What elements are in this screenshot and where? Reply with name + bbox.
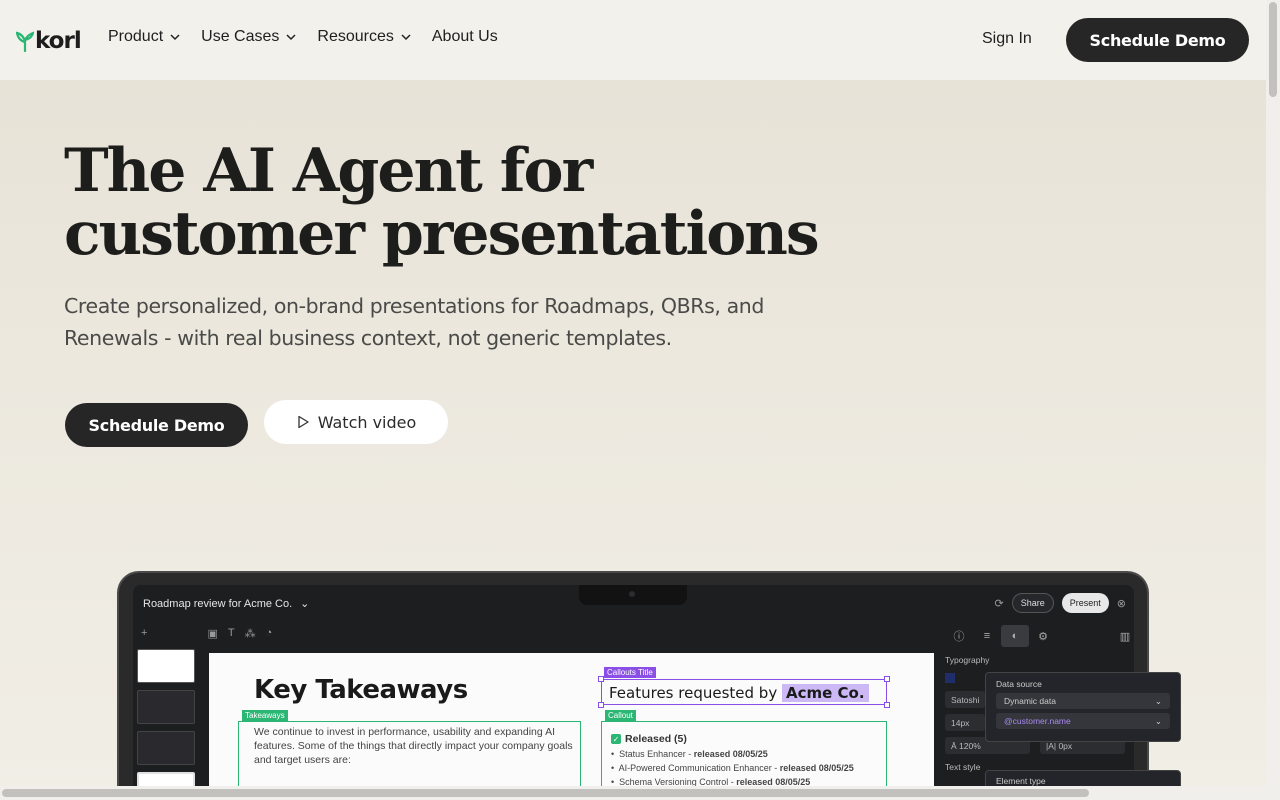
features-title: Features requested by Acme Co. xyxy=(609,684,869,702)
chevron-down-icon: ⌄ xyxy=(1154,695,1162,706)
item-note: released 08/05/25 xyxy=(779,763,854,773)
play-icon xyxy=(298,415,309,429)
sidebar-toggle-icon: ▥ xyxy=(1119,630,1131,643)
camera-dot xyxy=(629,591,635,597)
released-heading: ✓ Released (5) xyxy=(611,733,854,745)
slide-thumbnail xyxy=(137,690,195,724)
menu-item-product[interactable]: Product xyxy=(108,28,181,46)
item-note: released 08/05/25 xyxy=(693,749,768,759)
line-height-value: 120% xyxy=(959,740,981,751)
menu-item-about-us[interactable]: About Us xyxy=(432,28,498,46)
sign-in-link[interactable]: Sign In xyxy=(982,30,1032,48)
schedule-demo-button[interactable]: Schedule Demo xyxy=(1066,18,1249,62)
takeaways-tag: Takeaways xyxy=(242,710,288,721)
released-heading-text: Released (5) xyxy=(625,733,687,745)
chart-icon: ◔ xyxy=(265,627,273,639)
horizontal-scrollbar[interactable] xyxy=(0,786,1266,800)
chevron-down-icon xyxy=(286,34,296,41)
menu-item-use-cases[interactable]: Use Cases xyxy=(201,28,297,46)
variable-select: @customer.name ⌄ xyxy=(996,713,1170,729)
logo-text: korl xyxy=(35,28,82,54)
released-list: ✓ Released (5) • Status Enhancer - releas… xyxy=(611,733,854,791)
app-top-actions: ⟳ Share Present ⊗ xyxy=(994,593,1126,613)
panel-tabs: ⓘ ≡ ◐ ⚙ ▥ xyxy=(945,625,1134,647)
vertical-scrollbar[interactable] xyxy=(1266,0,1280,800)
element-type-label: Element type xyxy=(996,776,1046,786)
hero-title-line2: customer presentations xyxy=(64,199,820,269)
menu-label: Resources xyxy=(317,28,394,45)
top-nav: korl Product Use Cases Resources About U… xyxy=(0,0,1266,80)
slide-canvas: Key Takeaways Takeaways We continue to i… xyxy=(209,653,934,800)
menu-label: Product xyxy=(108,28,164,45)
info-icon: ⓘ xyxy=(953,631,965,643)
editor-toolbar: + ▣ T ⁂ ◔ xyxy=(141,627,272,640)
chevron-down-icon: ⌄ xyxy=(300,598,310,610)
app-screenshot: Roadmap review for Acme Co. ⌄ ⟳ Share Pr… xyxy=(133,585,1134,800)
menu-label: Use Cases xyxy=(201,28,280,45)
list-item: • Status Enhancer - released 08/05/25 xyxy=(611,749,768,759)
main-menu: Product Use Cases Resources About Us xyxy=(108,28,498,46)
size-field: 14px xyxy=(945,714,985,731)
refresh-icon: ⟳ xyxy=(994,597,1004,610)
resize-handle xyxy=(598,702,604,708)
callout-tag: Callout xyxy=(605,710,636,721)
resize-handle xyxy=(598,676,604,682)
slide-title: Key Takeaways xyxy=(254,675,468,705)
letter-spacing-value: 0px xyxy=(1058,740,1073,751)
hero-subtitle-line1: Create personalized, on-brand presentati… xyxy=(64,294,765,318)
scrollbar-thumb[interactable] xyxy=(2,789,1089,797)
chevron-down-icon xyxy=(170,34,180,41)
add-icon: + xyxy=(141,627,148,639)
data-source-popover: Data source Dynamic data ⌄ @customer.name… xyxy=(985,672,1181,742)
present-button: Present xyxy=(1061,593,1109,613)
data-source-select: Dynamic data ⌄ xyxy=(996,693,1170,709)
chevron-down-icon: ⌄ xyxy=(1154,715,1162,726)
typography-label: Typography xyxy=(945,655,990,665)
list-icon: ≡ xyxy=(983,630,991,642)
settings-icon: ⚙ xyxy=(1038,630,1048,643)
share-button: Share xyxy=(1011,593,1054,613)
menu-item-resources[interactable]: Resources xyxy=(317,28,411,46)
variable-value: @customer.name xyxy=(1004,716,1071,726)
font-field: Satoshi xyxy=(945,691,985,708)
hero-title-line1: The AI Agent for xyxy=(64,136,593,206)
camera-notch xyxy=(579,585,687,605)
style-icon: ◐ xyxy=(1001,625,1029,647)
item-name: Status Enhancer xyxy=(619,749,686,759)
close-icon: ⊗ xyxy=(1116,597,1126,610)
logo[interactable]: korl xyxy=(16,28,82,54)
menu-label: About Us xyxy=(431,28,498,45)
scrollbar-thumb[interactable] xyxy=(1269,2,1277,97)
hero-subtitle: Create personalized, on-brand presentati… xyxy=(64,290,784,354)
hero-title: The AI Agent for customer presentations xyxy=(64,140,824,266)
watch-video-label: Watch video xyxy=(317,412,417,432)
checkbox-icon: ✓ xyxy=(611,734,621,744)
customer-variable: Acme Co. xyxy=(781,684,869,702)
resize-handle xyxy=(884,676,890,682)
slide-thumbnail xyxy=(137,731,195,765)
item-name: AI-Powered Communication Enhancer xyxy=(618,763,772,773)
watch-video-button[interactable]: Watch video xyxy=(264,400,448,444)
chevron-down-icon xyxy=(401,34,411,41)
takeaways-text: We continue to invest in performance, us… xyxy=(254,726,573,766)
data-source-value: Dynamic data xyxy=(1004,696,1056,706)
resize-handle xyxy=(884,702,890,708)
hero-schedule-demo-button[interactable]: Schedule Demo xyxy=(65,403,248,447)
slide-thumbnail xyxy=(137,649,195,683)
doc-title: Roadmap review for Acme Co. ⌄ xyxy=(143,597,310,611)
list-item: • AI-Powered Communication Enhancer - re… xyxy=(611,763,854,773)
slide-thumbnails xyxy=(137,649,199,800)
text-icon: T xyxy=(227,627,235,639)
color-swatch xyxy=(945,673,955,683)
doc-title-text: Roadmap review for Acme Co. xyxy=(143,597,293,610)
image-icon: ▣ xyxy=(207,628,218,640)
hero-subtitle-line2: Renewals - with real business context, n… xyxy=(64,326,672,350)
logo-sprout-icon xyxy=(16,31,34,52)
shapes-icon: ⁂ xyxy=(244,628,256,640)
callouts-title-tag: Callouts Title xyxy=(604,667,656,678)
data-source-label: Data source xyxy=(996,679,1042,689)
features-prefix: Features requested by xyxy=(609,684,778,702)
